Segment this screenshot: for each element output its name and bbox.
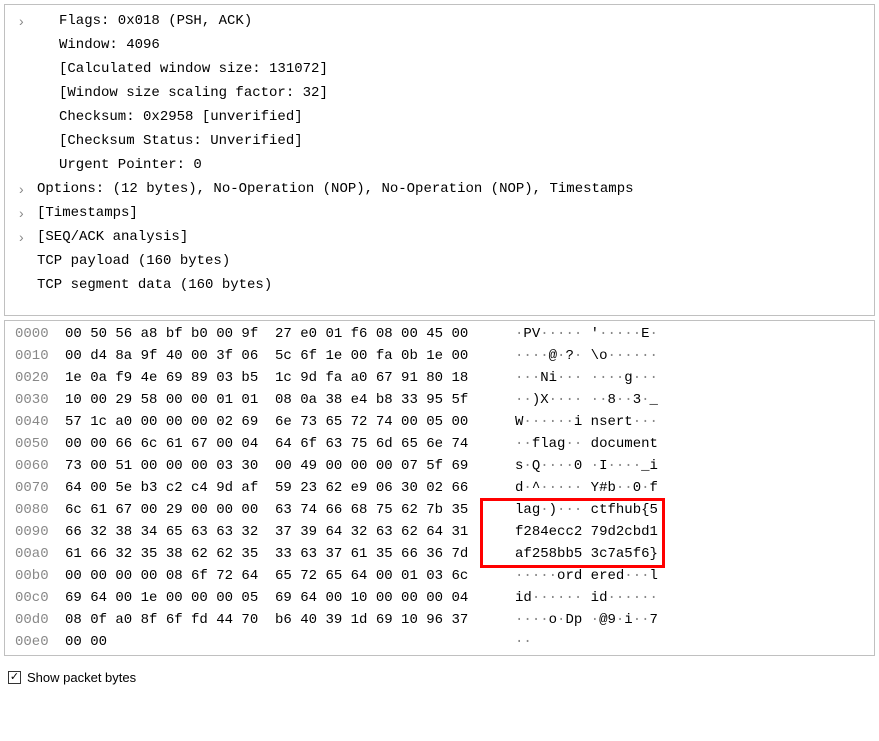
- hex-ascii: ····o·Dp ·@9·i··7: [485, 609, 658, 631]
- hex-row[interactable]: 00e000 00··: [5, 631, 874, 653]
- hex-bytes: 69 64 00 1e 00 00 00 05 69 64 00 10 00 0…: [65, 587, 485, 609]
- hex-offset: 00e0: [5, 631, 65, 653]
- hex-bytes: 00 00: [65, 631, 485, 653]
- hex-offset: 00b0: [5, 565, 65, 587]
- hex-bytes: 10 00 29 58 00 00 01 01 08 0a 38 e4 b8 3…: [65, 389, 485, 411]
- hex-ascii: W······i nsert···: [485, 411, 658, 433]
- hex-bytes: 57 1c a0 00 00 00 02 69 6e 73 65 72 74 0…: [65, 411, 485, 433]
- hex-ascii: ·····ord ered···l: [485, 565, 658, 587]
- hex-offset: 00c0: [5, 587, 65, 609]
- options-item[interactable]: Options: (12 bytes), No-Operation (NOP),…: [15, 177, 864, 201]
- hex-bytes: 08 0f a0 8f 6f fd 44 70 b6 40 39 1d 69 1…: [65, 609, 485, 631]
- hex-bytes: 00 d4 8a 9f 40 00 3f 06 5c 6f 1e 00 fa 0…: [65, 345, 485, 367]
- hex-row[interactable]: 003010 00 29 58 00 00 01 01 08 0a 38 e4 …: [5, 389, 874, 411]
- hex-row[interactable]: 009066 32 38 34 65 63 63 32 37 39 64 32 …: [5, 521, 874, 543]
- hex-offset: 0070: [5, 477, 65, 499]
- hex-row[interactable]: 007064 00 5e b3 c2 c4 9d af 59 23 62 e9 …: [5, 477, 874, 499]
- segment-item[interactable]: TCP segment data (160 bytes): [15, 273, 864, 297]
- hex-bytes: 00 50 56 a8 bf b0 00 9f 27 e0 01 f6 08 0…: [65, 323, 485, 345]
- hex-offset: 0060: [5, 455, 65, 477]
- hex-row[interactable]: 000000 50 56 a8 bf b0 00 9f 27 e0 01 f6 …: [5, 323, 874, 345]
- hex-bytes: 64 00 5e b3 c2 c4 9d af 59 23 62 e9 06 3…: [65, 477, 485, 499]
- hex-offset: 0020: [5, 367, 65, 389]
- footer: ✓ Show packet bytes: [0, 660, 879, 695]
- hex-row[interactable]: 005000 00 66 6c 61 67 00 04 64 6f 63 75 …: [5, 433, 874, 455]
- hex-row[interactable]: 004057 1c a0 00 00 00 02 69 6e 73 65 72 …: [5, 411, 874, 433]
- calc-window-item[interactable]: [Calculated window size: 131072]: [15, 57, 864, 81]
- packet-details-pane[interactable]: Flags: 0x018 (PSH, ACK) Window: 4096 [Ca…: [4, 4, 875, 316]
- checksum-status-item[interactable]: [Checksum Status: Unverified]: [15, 129, 864, 153]
- hex-ascii: f284ecc2 79d2cbd1: [485, 521, 658, 543]
- hex-bytes: 6c 61 67 00 29 00 00 00 63 74 66 68 75 6…: [65, 499, 485, 521]
- show-bytes-checkbox[interactable]: ✓: [8, 671, 21, 684]
- hex-row[interactable]: 00a061 66 32 35 38 62 62 35 33 63 37 61 …: [5, 543, 874, 565]
- hex-bytes: 00 00 66 6c 61 67 00 04 64 6f 63 75 6d 6…: [65, 433, 485, 455]
- hex-ascii: ···Ni··· ····g···: [485, 367, 658, 389]
- hex-ascii: id······ id······: [485, 587, 658, 609]
- hex-row[interactable]: 00c069 64 00 1e 00 00 00 05 69 64 00 10 …: [5, 587, 874, 609]
- hex-row[interactable]: 00d008 0f a0 8f 6f fd 44 70 b6 40 39 1d …: [5, 609, 874, 631]
- timestamps-item[interactable]: [Timestamps]: [15, 201, 864, 225]
- checksum-item[interactable]: Checksum: 0x2958 [unverified]: [15, 105, 864, 129]
- hex-ascii: ··flag·· document: [485, 433, 658, 455]
- urgent-item[interactable]: Urgent Pointer: 0: [15, 153, 864, 177]
- show-bytes-label: Show packet bytes: [27, 670, 136, 685]
- hex-offset: 0090: [5, 521, 65, 543]
- hex-row[interactable]: 00b000 00 00 00 08 6f 72 64 65 72 65 64 …: [5, 565, 874, 587]
- hex-ascii: ··)X···· ··8··3·_: [485, 389, 658, 411]
- hex-row[interactable]: 006073 00 51 00 00 00 03 30 00 49 00 00 …: [5, 455, 874, 477]
- hex-ascii: ····@·?· \o······: [485, 345, 658, 367]
- hex-row[interactable]: 001000 d4 8a 9f 40 00 3f 06 5c 6f 1e 00 …: [5, 345, 874, 367]
- seqack-item[interactable]: [SEQ/ACK analysis]: [15, 225, 864, 249]
- hex-offset: 0040: [5, 411, 65, 433]
- hex-ascii: lag·)··· ctfhub{5: [485, 499, 658, 521]
- hex-offset: 00a0: [5, 543, 65, 565]
- hex-offset: 00d0: [5, 609, 65, 631]
- hex-bytes: 1e 0a f9 4e 69 89 03 b5 1c 9d fa a0 67 9…: [65, 367, 485, 389]
- packet-bytes-pane[interactable]: 000000 50 56 a8 bf b0 00 9f 27 e0 01 f6 …: [4, 320, 875, 656]
- hex-row[interactable]: 00201e 0a f9 4e 69 89 03 b5 1c 9d fa a0 …: [5, 367, 874, 389]
- hex-bytes: 73 00 51 00 00 00 03 30 00 49 00 00 00 0…: [65, 455, 485, 477]
- hex-ascii: s·Q····0 ·I····_i: [485, 455, 658, 477]
- hex-ascii: ·PV····· '·····E·: [485, 323, 658, 345]
- hex-bytes: 61 66 32 35 38 62 62 35 33 63 37 61 35 6…: [65, 543, 485, 565]
- hex-row[interactable]: 00806c 61 67 00 29 00 00 00 63 74 66 68 …: [5, 499, 874, 521]
- hex-ascii: af258bb5 3c7a5f6}: [485, 543, 658, 565]
- hex-offset: 0080: [5, 499, 65, 521]
- hex-offset: 0050: [5, 433, 65, 455]
- hex-ascii: ··: [485, 631, 540, 653]
- scaling-item[interactable]: [Window size scaling factor: 32]: [15, 81, 864, 105]
- window-item[interactable]: Window: 4096: [15, 33, 864, 57]
- hex-ascii: d·^····· Y#b··0·f: [485, 477, 658, 499]
- payload-item[interactable]: TCP payload (160 bytes): [15, 249, 864, 273]
- hex-bytes: 00 00 00 00 08 6f 72 64 65 72 65 64 00 0…: [65, 565, 485, 587]
- hex-bytes: 66 32 38 34 65 63 63 32 37 39 64 32 63 6…: [65, 521, 485, 543]
- flags-item[interactable]: Flags: 0x018 (PSH, ACK): [15, 9, 864, 33]
- hex-offset: 0030: [5, 389, 65, 411]
- hex-offset: 0000: [5, 323, 65, 345]
- hex-offset: 0010: [5, 345, 65, 367]
